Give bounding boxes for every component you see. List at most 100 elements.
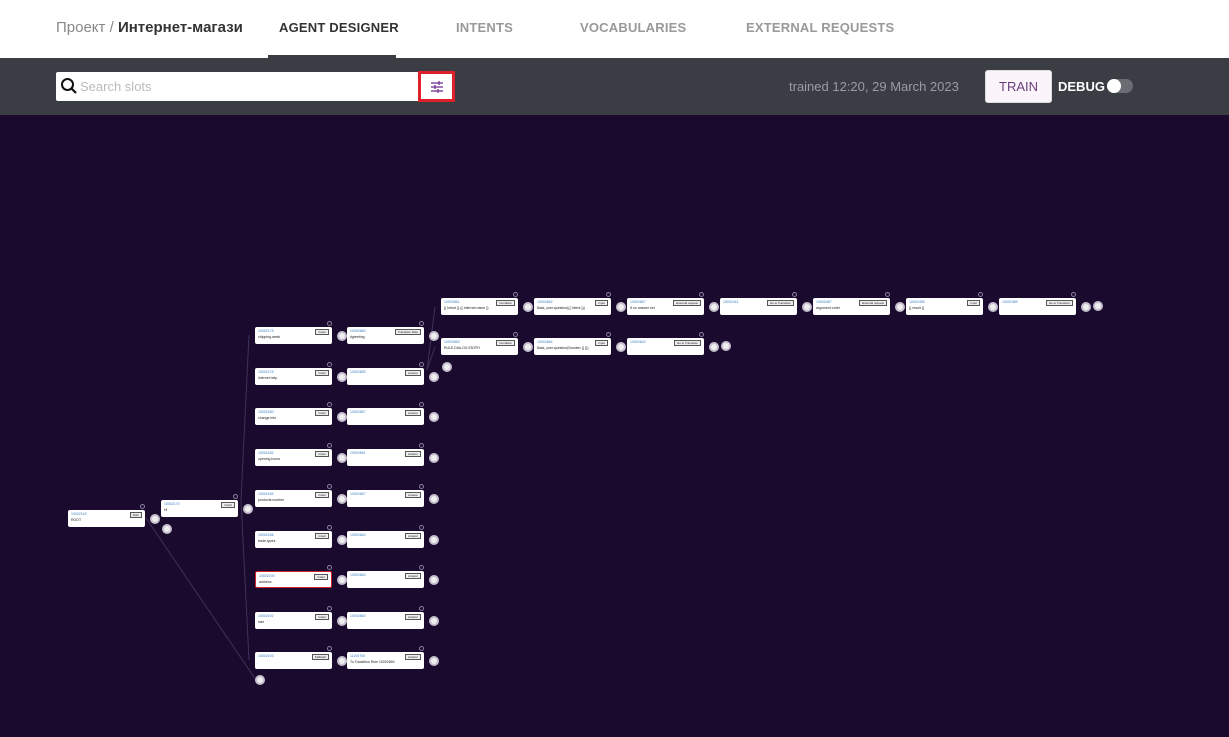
- add-node-button[interactable]: [429, 494, 439, 504]
- add-node-button[interactable]: [1081, 302, 1091, 312]
- tab-external-requests[interactable]: EXTERNAL REQUESTS: [746, 20, 894, 35]
- flow-node[interactable]: 10002193 Fallback: [255, 652, 332, 669]
- collapse-handle[interactable]: [513, 292, 518, 297]
- add-node-button[interactable]: [442, 362, 452, 372]
- add-node-button[interactable]: [429, 616, 439, 626]
- add-node-button[interactable]: [988, 302, 998, 312]
- collapse-handle[interactable]: [699, 292, 704, 297]
- add-node-button[interactable]: [150, 514, 160, 524]
- add-node-button[interactable]: [429, 372, 439, 382]
- add-node-button[interactable]: [523, 302, 533, 312]
- add-node-button[interactable]: [337, 616, 347, 626]
- add-node-button[interactable]: [709, 302, 719, 312]
- add-node-button[interactable]: [337, 453, 347, 463]
- flow-node[interactable]: 10002192 Intent size: [255, 612, 332, 629]
- collapse-handle[interactable]: [327, 402, 332, 407]
- add-node-button[interactable]: [337, 412, 347, 422]
- collapse-handle[interactable]: [419, 321, 424, 326]
- flow-node[interactable]: 10002660 Transition Rule #greeting: [347, 327, 424, 344]
- flow-node[interactable]: 10002489 Go to Transition: [999, 298, 1076, 315]
- add-node-button[interactable]: [429, 412, 439, 422]
- collapse-handle[interactable]: [327, 646, 332, 651]
- flow-canvas[interactable]: 10002149 Start ROOT 10002170 Intent Hi 1000217…: [0, 115, 1229, 737]
- train-button[interactable]: TRAIN: [985, 70, 1052, 103]
- add-node-button[interactable]: [429, 575, 439, 585]
- collapse-handle[interactable]: [327, 484, 332, 489]
- flow-node[interactable]: 10002657 Answer: [347, 408, 424, 425]
- breadcrumb-project[interactable]: Проект: [56, 19, 105, 36]
- add-node-button[interactable]: [429, 656, 439, 666]
- add-node-button[interactable]: [162, 524, 172, 534]
- flow-node[interactable]: 10002441 Go to Transition: [720, 298, 797, 315]
- flow-node[interactable]: 10002170 Intent Hi: [161, 500, 238, 517]
- collapse-handle[interactable]: [233, 494, 238, 499]
- add-node-button[interactable]: [337, 575, 347, 585]
- collapse-handle[interactable]: [419, 565, 424, 570]
- collapse-handle[interactable]: [885, 292, 890, 297]
- tab-intents[interactable]: INTENTS: [456, 20, 513, 35]
- flow-node[interactable]: 10002644 Go to Transition: [627, 338, 704, 355]
- add-node-button[interactable]: [709, 342, 719, 352]
- flow-node[interactable]: 10002651 Answer: [347, 449, 424, 466]
- flow-node[interactable]: 10002182 Intent opening.hours: [255, 449, 332, 466]
- collapse-handle[interactable]: [327, 525, 332, 530]
- add-node-button[interactable]: [429, 331, 439, 341]
- add-node-button[interactable]: [523, 342, 533, 352]
- collapse-handle[interactable]: [513, 332, 518, 337]
- flow-node[interactable]: 10002180 Intent change.info: [255, 408, 332, 425]
- flow-node[interactable]: 10002662 Answer: [347, 531, 424, 548]
- collapse-handle[interactable]: [792, 292, 797, 297]
- flow-node[interactable]: 10002664 Input $ask_user.question(Number {…: [534, 338, 611, 355]
- flow-node[interactable]: 10002455 Input{{ result }}: [906, 298, 983, 315]
- collapse-handle[interactable]: [699, 332, 704, 337]
- flow-node[interactable]: 11100700 Answer To Transition Rule 1000266…: [347, 652, 424, 669]
- flow-node[interactable]: 10002663 Condition RULE.DIALOG.ENTRY: [441, 338, 518, 355]
- collapse-handle[interactable]: [140, 504, 145, 509]
- flow-node[interactable]: 10002661 Condition{{ Intent }} {{ Interne…: [441, 298, 518, 315]
- collapse-handle[interactable]: [327, 606, 332, 611]
- flow-node[interactable]: 10002184 Intent products.number: [255, 490, 332, 507]
- add-node-button[interactable]: [429, 535, 439, 545]
- add-node-button[interactable]: [337, 494, 347, 504]
- flow-node[interactable]: 10002149 Start ROOT: [68, 510, 145, 527]
- collapse-handle[interactable]: [606, 332, 611, 337]
- debug-toggle[interactable]: [1107, 79, 1133, 93]
- add-node-button[interactable]: [895, 302, 905, 312]
- collapse-handle[interactable]: [327, 362, 332, 367]
- collapse-handle[interactable]: [419, 362, 424, 367]
- add-node-button[interactable]: [802, 302, 812, 312]
- add-node-button[interactable]: [255, 675, 265, 685]
- flow-node[interactable]: 10002176 Intent internet.help: [255, 368, 332, 385]
- collapse-handle[interactable]: [419, 606, 424, 611]
- add-node-button[interactable]: [1093, 301, 1103, 311]
- collapse-handle[interactable]: [978, 292, 983, 297]
- flow-node[interactable]: 10002190 Intent address: [255, 571, 332, 588]
- add-node-button[interactable]: [337, 372, 347, 382]
- flow-node[interactable]: 10002663 Answer: [347, 571, 424, 588]
- flow-node[interactable]: 10002487 External request argument.order: [813, 298, 890, 315]
- tab-agent-designer[interactable]: AGENT DESIGNER: [279, 20, 399, 35]
- flow-node[interactable]: 10002667 Answer: [347, 490, 424, 507]
- collapse-handle[interactable]: [1071, 292, 1076, 297]
- add-node-button[interactable]: [616, 342, 626, 352]
- add-node-button[interactable]: [429, 453, 439, 463]
- collapse-handle[interactable]: [419, 443, 424, 448]
- tab-vocabularies[interactable]: VOCABULARIES: [580, 20, 686, 35]
- collapse-handle[interactable]: [419, 484, 424, 489]
- add-node-button[interactable]: [721, 341, 731, 351]
- add-node-button[interactable]: [337, 331, 347, 341]
- add-node-button[interactable]: [243, 504, 253, 514]
- collapse-handle[interactable]: [327, 565, 332, 570]
- collapse-handle[interactable]: [327, 443, 332, 448]
- collapse-handle[interactable]: [419, 402, 424, 407]
- add-node-button[interactable]: [337, 535, 347, 545]
- collapse-handle[interactable]: [419, 525, 424, 530]
- search-input[interactable]: [80, 76, 410, 97]
- collapse-handle[interactable]: [327, 321, 332, 326]
- flow-node[interactable]: 10002667 External request If no answer set: [627, 298, 704, 315]
- flow-node[interactable]: 10002655 Answer: [347, 368, 424, 385]
- flow-node[interactable]: 10002175 Intent shipping.week: [255, 327, 332, 344]
- collapse-handle[interactable]: [606, 292, 611, 297]
- collapse-handle[interactable]: [419, 646, 424, 651]
- flow-node[interactable]: 10002186 Intent trade.types: [255, 531, 332, 548]
